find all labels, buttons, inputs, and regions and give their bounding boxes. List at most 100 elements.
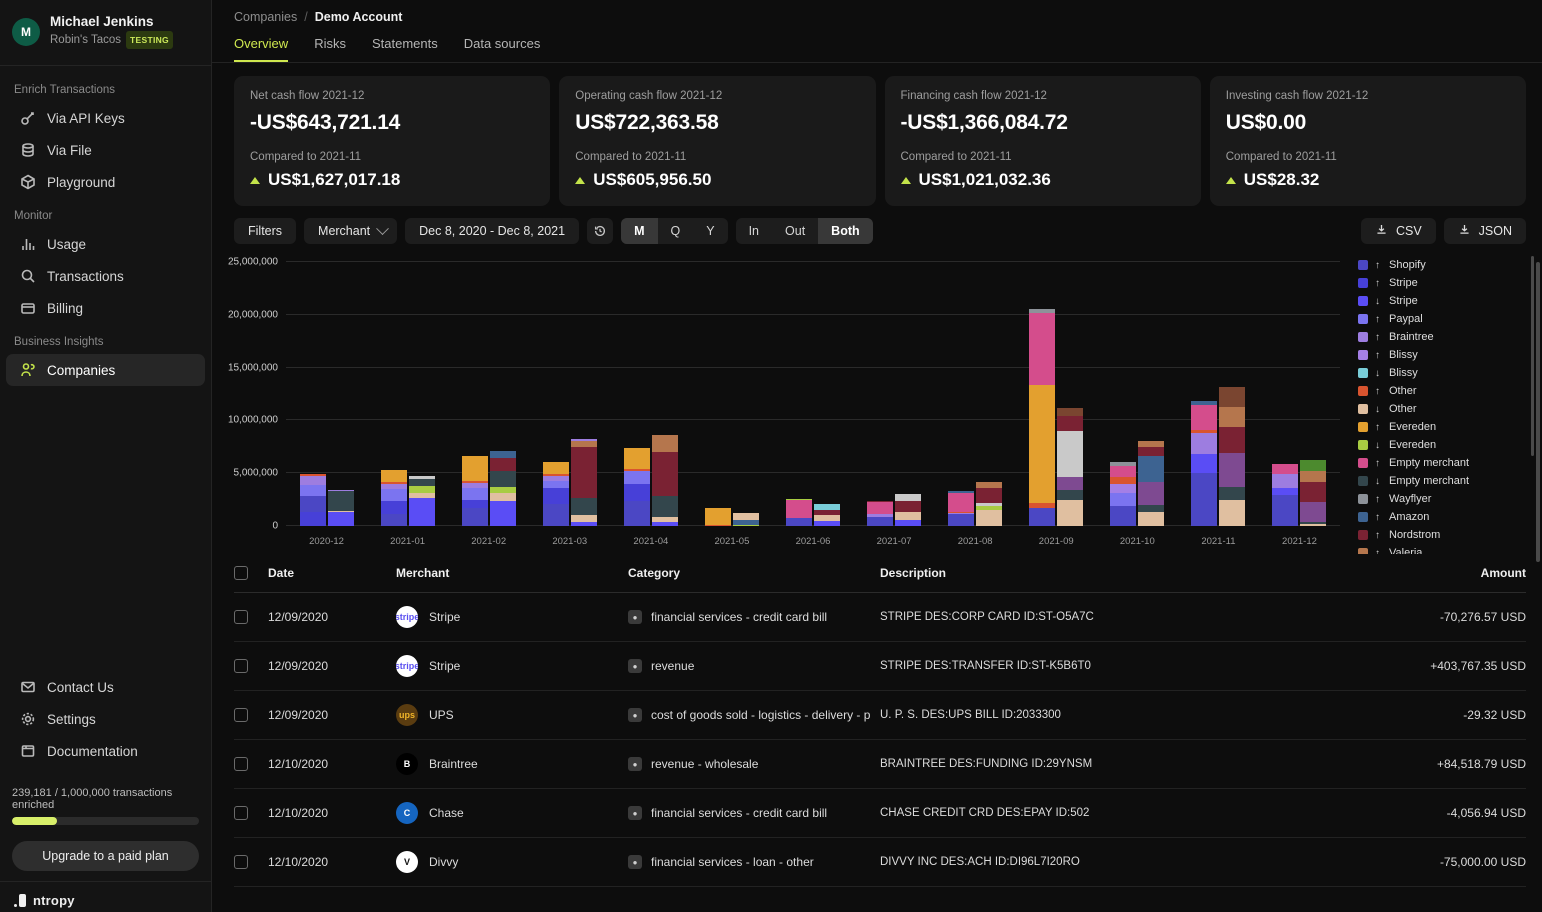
chart-bar-segment[interactable]	[1300, 523, 1327, 526]
chart-bar-segment[interactable]	[408, 497, 435, 526]
sidebar-item-settings[interactable]: Settings	[6, 703, 205, 735]
legend-item[interactable]: ↑ Wayflyer	[1358, 490, 1536, 508]
legend-item[interactable]: ↑ Stripe	[1358, 274, 1536, 292]
chart-bar-segment[interactable]	[1110, 465, 1137, 478]
column-header-amount[interactable]: Amount	[1346, 554, 1526, 593]
chart-bar-segment[interactable]	[1272, 495, 1299, 526]
legend-item[interactable]: ↑ Nordstrom	[1358, 526, 1536, 544]
chart-bar-segment[interactable]	[461, 499, 488, 509]
select-all-checkbox[interactable]	[234, 566, 248, 580]
chart-bar-out[interactable]	[732, 513, 759, 526]
chart-bar-in[interactable]	[704, 507, 731, 526]
chart-bar-segment[interactable]	[1138, 446, 1165, 457]
chart-bar-in[interactable]	[786, 498, 812, 526]
chart-bar-segment[interactable]	[976, 488, 1003, 504]
chart-bar-segment[interactable]	[1219, 406, 1246, 427]
period-option-y[interactable]: Y	[693, 218, 727, 244]
chart-bar-segment[interactable]	[299, 496, 326, 512]
chart-bar-segment[interactable]	[570, 446, 597, 498]
chart-bar-segment[interactable]	[489, 500, 516, 526]
legend-item[interactable]: ↑ Braintree	[1358, 328, 1536, 346]
chart-bar-segment[interactable]	[461, 488, 488, 500]
chart-bar-segment[interactable]	[542, 503, 569, 526]
chart-bar-segment[interactable]	[1300, 482, 1327, 503]
chart-bar-segment[interactable]	[1191, 433, 1218, 455]
chart-bar-segment[interactable]	[380, 500, 407, 515]
chart-bar-segment[interactable]	[1057, 490, 1084, 500]
chart-bar-segment[interactable]	[651, 495, 678, 518]
legend-item[interactable]: ↑ Empty merchant	[1358, 454, 1536, 472]
row-checkbox[interactable]	[234, 708, 248, 722]
chart-bar-segment[interactable]	[380, 469, 407, 483]
legend-item[interactable]: ↑ Shopify	[1358, 256, 1536, 274]
chart-bar-segment[interactable]	[1219, 486, 1246, 500]
chart-bar-segment[interactable]	[895, 494, 922, 502]
legend-item[interactable]: ↑ Evereden	[1358, 418, 1536, 436]
chart-bar-segment[interactable]	[623, 500, 650, 526]
chart-bar-segment[interactable]	[704, 524, 731, 526]
chart-bar-segment[interactable]	[623, 448, 650, 469]
sidebar-item-via-file[interactable]: Via File	[6, 134, 205, 166]
chart-bar-segment[interactable]	[1191, 473, 1218, 526]
chart-bar-segment[interactable]	[1219, 386, 1246, 407]
chart-bar-segment[interactable]	[299, 485, 326, 497]
chart-bar-in[interactable]	[623, 448, 650, 526]
chart-bar-segment[interactable]	[1272, 488, 1299, 496]
chart-bar-segment[interactable]	[732, 513, 759, 521]
chart-bar-segment[interactable]	[1057, 416, 1084, 431]
chart-bar-out[interactable]	[976, 481, 1003, 526]
date-range-picker[interactable]: Dec 8, 2020 - Dec 8, 2021	[405, 218, 580, 244]
chart-bar-segment[interactable]	[867, 502, 894, 514]
legend-scrollbar[interactable]	[1531, 256, 1534, 456]
chart-bar-in[interactable]	[299, 474, 326, 526]
chart-bar-segment[interactable]	[542, 480, 569, 488]
legend-item[interactable]: ↓ Other	[1358, 400, 1536, 418]
chart-bar-segment[interactable]	[1219, 499, 1246, 526]
period-option-q[interactable]: Q	[658, 218, 694, 244]
chart-bar-segment[interactable]	[1057, 499, 1084, 526]
row-checkbox[interactable]	[234, 610, 248, 624]
history-reset-icon[interactable]	[587, 218, 614, 244]
table-row[interactable]: 12/10/2020 B Braintree ● revenue - wholesale…	[234, 739, 1526, 789]
sidebar-item-contact-us[interactable]: Contact Us	[6, 671, 205, 703]
chart-bar-segment[interactable]	[1029, 312, 1056, 385]
tab-overview[interactable]: Overview	[234, 36, 289, 62]
chart-bar-in[interactable]	[1272, 463, 1299, 526]
chart-bar-segment[interactable]	[623, 471, 650, 484]
tab-risks[interactable]: Risks	[314, 36, 346, 62]
main-scrollbar[interactable]	[1536, 262, 1540, 562]
upgrade-button[interactable]: Upgrade to a paid plan	[12, 841, 199, 871]
column-header-description[interactable]: Description	[880, 554, 1346, 593]
chart-bar-out[interactable]	[1138, 441, 1165, 526]
direction-option-both[interactable]: Both	[818, 218, 873, 244]
chart-bar-segment[interactable]	[1057, 477, 1084, 491]
row-checkbox[interactable]	[234, 757, 248, 771]
chart-bar-segment[interactable]	[1300, 502, 1327, 523]
chart-bar-in[interactable]	[1191, 401, 1218, 526]
chart-bar-segment[interactable]	[380, 514, 407, 526]
chart-bar-out[interactable]	[1300, 459, 1327, 526]
chart-bar-out[interactable]	[327, 489, 354, 526]
chart-bar-segment[interactable]	[1300, 459, 1327, 472]
chart-bar-segment[interactable]	[786, 499, 812, 518]
chart-bar-segment[interactable]	[489, 470, 516, 487]
chart-bar-out[interactable]	[651, 435, 678, 526]
chart-bar-segment[interactable]	[542, 461, 569, 474]
chart-bar-segment[interactable]	[570, 521, 597, 526]
chart-bar-segment[interactable]	[1219, 453, 1246, 487]
chart-bar-segment[interactable]	[895, 501, 922, 513]
chart-bar-segment[interactable]	[327, 490, 354, 512]
chart-bar-segment[interactable]	[1300, 471, 1327, 483]
chart-bar-segment[interactable]	[542, 488, 569, 504]
legend-item[interactable]: ↓ Empty merchant	[1358, 472, 1536, 490]
legend-item[interactable]: ↑ Other	[1358, 382, 1536, 400]
chart-bar-segment[interactable]	[1138, 481, 1165, 505]
chart-bar-segment[interactable]	[299, 475, 326, 486]
chart-bar-segment[interactable]	[461, 455, 488, 481]
column-header-date[interactable]: Date	[268, 554, 396, 593]
legend-item[interactable]: ↑ Valeria	[1358, 544, 1536, 554]
chart-bar-segment[interactable]	[895, 520, 922, 526]
sidebar-item-usage[interactable]: Usage	[6, 228, 205, 260]
chart-bar-in[interactable]	[542, 461, 569, 526]
breadcrumb-root[interactable]: Companies	[234, 10, 297, 24]
